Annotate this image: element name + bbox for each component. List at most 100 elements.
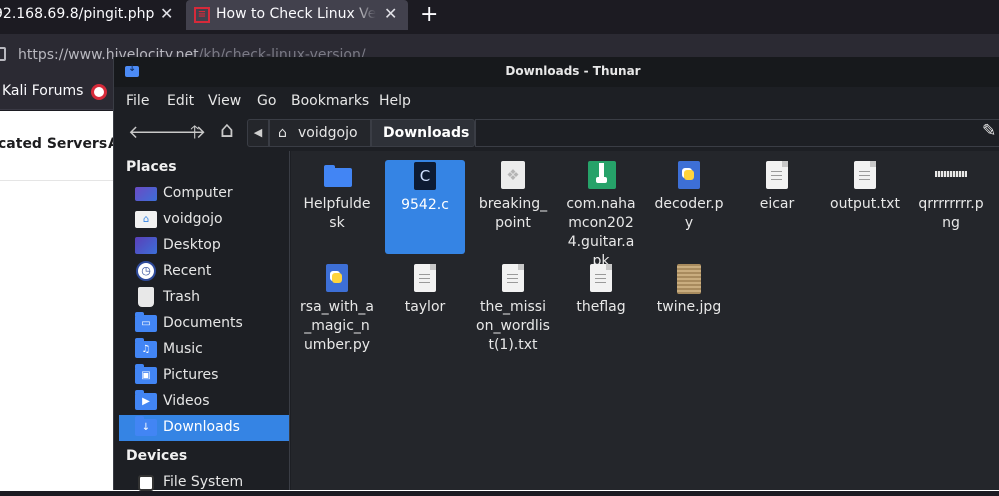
file-item-eicar[interactable]: eicar [737, 161, 817, 214]
edit-location-icon[interactable]: ✎ [982, 121, 996, 141]
text-file-icon [587, 264, 615, 292]
file-name: breaking_point [478, 196, 548, 231]
sidebar-item-label: Music [163, 341, 203, 357]
file-name: taylor [404, 299, 446, 315]
menu-bar: File Edit View Go Bookmarks Help [114, 87, 999, 115]
sidebar-item-trash[interactable]: Trash [119, 285, 289, 311]
documents-folder-icon: ▭ [135, 312, 157, 332]
menu-file[interactable]: File [126, 93, 149, 109]
folder-icon [323, 161, 352, 189]
sidebar-item-label: voidgojo [163, 211, 223, 227]
up-arrow-icon[interactable]: 🡑 [190, 121, 199, 145]
tab-title: 92.168.69.8/pingit.php [0, 6, 155, 22]
sidebar-item-downloads[interactable]: ↓ Downloads [119, 415, 289, 441]
file-name: 9542.c [401, 197, 449, 213]
sidebar-item-label: Downloads [163, 419, 240, 435]
breadcrumb-home[interactable]: ⌂ voidgojo [269, 119, 371, 147]
menu-view[interactable]: View [208, 93, 241, 109]
python-file-icon [675, 161, 703, 189]
breadcrumb-scroll-left-button[interactable]: ◀ [247, 119, 269, 147]
python-file-icon [323, 264, 351, 292]
breadcrumb-home-label: voidgojo [298, 125, 358, 141]
file-item-9542c[interactable]: C 9542.c [385, 160, 465, 254]
file-item-twine-jpg[interactable]: twine.jpg [649, 264, 729, 317]
sidebar-item-recent[interactable]: ◷ Recent [119, 259, 289, 285]
text-file-icon [763, 161, 791, 189]
qr-image-file-icon [935, 161, 967, 189]
music-folder-icon: ♫ [135, 338, 157, 358]
file-item-output-txt[interactable]: output.txt [825, 161, 905, 214]
file-item-rsa-magic-number-py[interactable]: rsa_with_a_magic_number.py [297, 264, 377, 355]
home-icon[interactable]: ⌂ [220, 119, 234, 143]
sidebar-item-computer[interactable]: Computer [119, 181, 289, 207]
sidebar-item-music[interactable]: ♫ Music [119, 337, 289, 363]
text-file-icon [851, 161, 879, 189]
breadcrumb-bar [475, 119, 999, 147]
file-name: twine.jpg [656, 299, 722, 315]
thunar-window: Downloads - Thunar File Edit View Go Boo… [113, 57, 999, 491]
browser-tab-pingit[interactable]: 92.168.69.8/pingit.php ✕ [0, 0, 182, 30]
new-tab-button[interactable]: + [420, 2, 438, 27]
places-header: Places [126, 159, 177, 175]
sidebar-item-label: Pictures [163, 367, 219, 383]
apk-file-icon [587, 161, 616, 189]
text-file-icon [499, 264, 527, 292]
window-title: Downloads - Thunar [505, 64, 641, 78]
bookmark-kali-forums[interactable]: Kali Forums [2, 83, 83, 99]
file-name: com.nahamcon2024.guitar.apk [566, 196, 636, 269]
c-source-file-icon: C [411, 162, 439, 190]
title-bar[interactable]: Downloads - Thunar [114, 57, 999, 87]
site-favicon-icon: ≡ [194, 7, 210, 23]
menu-edit[interactable]: Edit [167, 93, 194, 109]
tab-title: How to Check Linux Version [216, 6, 376, 22]
file-name: qrrrrrrrr.png [918, 196, 984, 231]
trash-icon [138, 287, 154, 307]
devices-header: Devices [126, 448, 188, 464]
file-item-breaking-point[interactable]: ❖ breaking_point [473, 161, 553, 233]
sidebar-item-label: Desktop [163, 237, 221, 253]
breadcrumb-downloads[interactable]: Downloads [371, 119, 475, 147]
computer-icon [135, 187, 157, 201]
sidebar-item-pictures[interactable]: ▣ Pictures [119, 363, 289, 389]
filesystem-icon [138, 475, 154, 491]
web-nav-item[interactable]: cated Servers [0, 136, 107, 152]
file-name: the_mission_wordlist(1).txt [476, 299, 550, 353]
lock-icon [0, 47, 6, 61]
downloads-folder-icon: ↓ [135, 416, 157, 436]
file-item-qrrrrrrrr-png[interactable]: qrrrrrrrr.png [911, 161, 991, 233]
file-name: output.txt [830, 196, 900, 212]
home-folder-icon: ⌂ [135, 211, 157, 228]
sidebar: Places Computer ⌂ voidgojo Desktop ◷ Rec… [114, 151, 290, 491]
file-view[interactable]: Helpfuldesk C 9542.c ❖ breaking_point co… [291, 151, 999, 490]
recent-icon: ◷ [136, 261, 156, 281]
sidebar-item-label: Videos [163, 393, 210, 409]
sidebar-item-voidgojo[interactable]: ⌂ voidgojo [119, 207, 289, 233]
image-file-icon [675, 264, 703, 294]
menu-go[interactable]: Go [257, 93, 276, 109]
home-icon: ⌂ [278, 125, 287, 141]
file-name: decoder.py [654, 196, 724, 231]
sidebar-item-documents[interactable]: ▭ Documents [119, 311, 289, 337]
sidebar-item-videos[interactable]: ▶ Videos [119, 389, 289, 415]
file-item-mission-wordlist[interactable]: the_mission_wordlist(1).txt [473, 264, 553, 355]
sidebar-item-file-system[interactable]: File System [119, 470, 289, 496]
bookmark-icon[interactable] [91, 84, 107, 100]
file-item-taylor[interactable]: taylor [385, 264, 465, 317]
close-tab-icon[interactable]: ✕ [160, 4, 173, 23]
pictures-folder-icon: ▣ [135, 364, 157, 384]
sidebar-item-label: Documents [163, 315, 243, 331]
sidebar-item-desktop[interactable]: Desktop [119, 233, 289, 259]
browser-tab-linux-version[interactable]: ≡ How to Check Linux Version ✕ [186, 0, 408, 30]
menu-bookmarks[interactable]: Bookmarks [291, 93, 369, 109]
close-tab-icon[interactable]: ✕ [384, 4, 397, 23]
menu-help[interactable]: Help [379, 93, 411, 109]
file-item-guitar-apk[interactable]: com.nahamcon2024.guitar.apk [561, 161, 641, 271]
file-item-helpfuldesk[interactable]: Helpfuldesk [297, 161, 377, 233]
file-item-theflag[interactable]: theflag [561, 264, 641, 317]
desktop-icon [135, 237, 157, 254]
generic-file-icon: ❖ [499, 161, 527, 189]
sidebar-item-label: Computer [163, 185, 233, 201]
file-name: Helpfuldesk [303, 196, 371, 231]
file-name: theflag [576, 299, 626, 315]
file-item-decoder-py[interactable]: decoder.py [649, 161, 729, 233]
